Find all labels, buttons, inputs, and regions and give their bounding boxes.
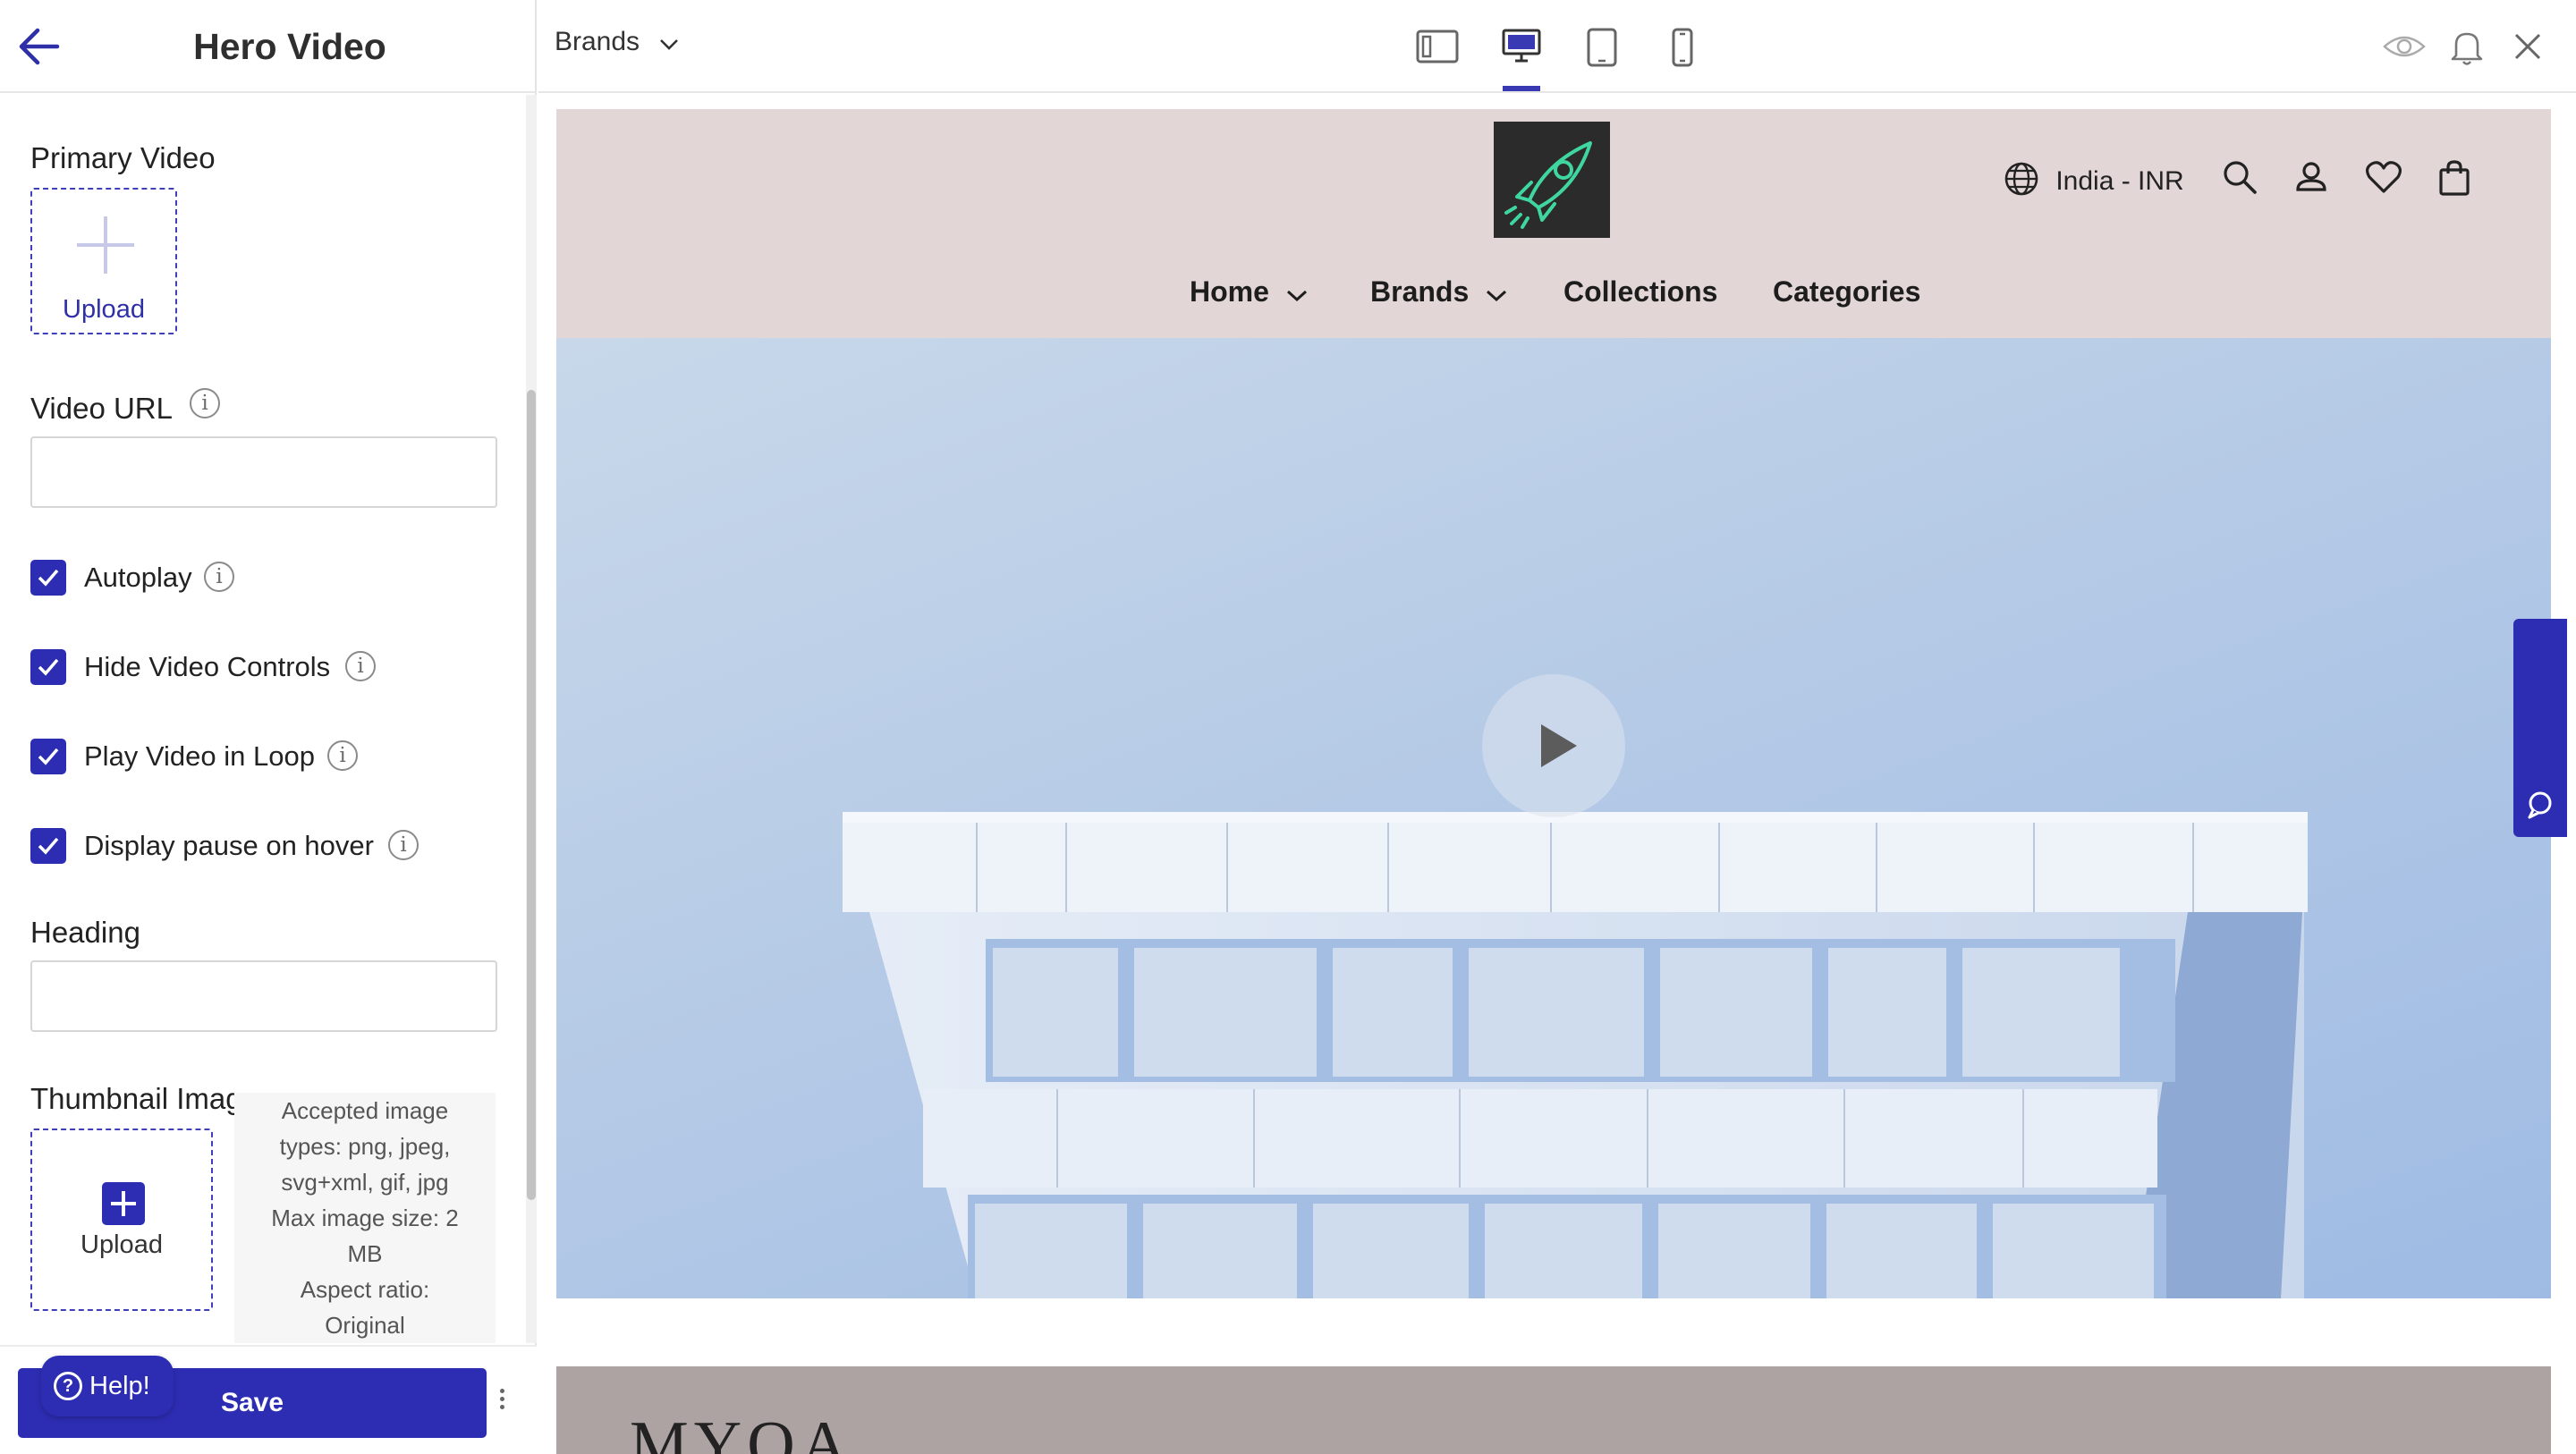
thumbnail-upload-button[interactable]: Upload: [30, 1129, 213, 1311]
account-icon[interactable]: [2293, 159, 2329, 199]
pause-on-hover-label: Display pause on hover: [84, 830, 374, 861]
nav-brands[interactable]: Brands: [1370, 275, 1507, 310]
play-in-loop-checkbox[interactable]: [30, 739, 66, 774]
active-device-indicator: [1503, 86, 1540, 91]
globe-icon: [2004, 161, 2039, 204]
chevron-down-icon: [1486, 277, 1507, 310]
nav-home-label: Home: [1190, 275, 1269, 308]
chevron-down-icon: [659, 28, 679, 58]
hide-video-controls-checkbox[interactable]: [30, 649, 66, 685]
nav-home[interactable]: Home: [1190, 275, 1308, 310]
chat-bubble-icon: [2526, 790, 2555, 824]
mobile-icon[interactable]: [1660, 27, 1707, 68]
tablet-icon[interactable]: [1580, 27, 1626, 68]
site-preview: India - INR Home Brands Collections Cate…: [556, 109, 2551, 1454]
sidebar-layout-icon[interactable]: [1415, 27, 1462, 68]
info-icon[interactable]: i: [345, 651, 376, 681]
requirements-line: Original: [325, 1312, 405, 1339]
editor-toolbar: [538, 0, 2576, 93]
requirements-line: svg+xml, gif, jpg: [281, 1169, 449, 1196]
desktop-icon[interactable]: [1499, 27, 1546, 68]
feedback-label: Feedback: [2553, 501, 2576, 617]
info-icon[interactable]: i: [204, 562, 234, 592]
thumbnail-image-label: Thumbnail Image: [30, 1082, 258, 1115]
wishlist-icon[interactable]: [2365, 159, 2402, 199]
video-url-label: Video URL: [30, 392, 173, 425]
upload-label: Upload: [63, 295, 145, 324]
chevron-down-icon: [1286, 277, 1308, 310]
help-button[interactable]: ? Help!: [41, 1356, 174, 1416]
primary-video-upload-button[interactable]: Upload: [30, 188, 177, 334]
thumbnail-requirements: Accepted image types: png, jpeg, svg+xml…: [234, 1093, 496, 1343]
section-divider: [556, 1298, 2551, 1366]
info-icon[interactable]: i: [190, 388, 220, 418]
page-select-dropdown[interactable]: Brands: [555, 27, 679, 66]
requirements-line: MB: [347, 1240, 383, 1267]
help-question-icon: ?: [54, 1372, 82, 1400]
nav-brands-label: Brands: [1370, 275, 1470, 308]
heading-label: Heading: [30, 916, 140, 949]
close-icon[interactable]: [2513, 32, 2542, 65]
plus-icon: [102, 1182, 145, 1225]
page-select-value: Brands: [555, 27, 640, 56]
panel-title: Hero Video: [193, 26, 386, 67]
site-header: India - INR Home Brands Collections Cate…: [556, 109, 2551, 338]
requirements-line: Accepted image: [281, 1097, 449, 1124]
play-in-loop-label: Play Video in Loop: [84, 740, 315, 772]
pause-on-hover-checkbox[interactable]: [30, 828, 66, 864]
nav-categories[interactable]: Categories: [1773, 275, 1920, 309]
hero-video[interactable]: [556, 338, 2551, 1298]
hide-video-controls-label: Hide Video Controls: [84, 651, 331, 682]
region-selector[interactable]: India - INR: [2004, 161, 2184, 204]
plus-icon: [77, 216, 134, 274]
building-image: [843, 812, 2308, 1298]
heading-input[interactable]: [30, 960, 497, 1032]
nav-collections-label: Collections: [1563, 275, 1718, 308]
sidebar-scrollbar-thumb[interactable]: [527, 390, 536, 1200]
cart-icon[interactable]: [2438, 159, 2470, 201]
feedback-tab[interactable]: Feedback: [2513, 501, 2576, 837]
nav-collections[interactable]: Collections: [1563, 275, 1717, 309]
requirements-line: Max image size: 2: [271, 1205, 459, 1231]
autoplay-checkbox-row: Autoplay: [30, 560, 299, 596]
search-icon[interactable]: [2222, 159, 2258, 199]
info-icon[interactable]: i: [327, 740, 358, 771]
autoplay-checkbox[interactable]: [30, 560, 66, 596]
more-options-icon[interactable]: [494, 1386, 510, 1422]
requirements-line: Aspect ratio:: [300, 1276, 430, 1303]
primary-video-label: Primary Video: [30, 141, 216, 174]
settings-form: Primary Video Upload Video URL i Autopla…: [0, 95, 528, 1343]
editor-sidebar: Hero Video Primary Video Upload Video UR…: [0, 0, 537, 1454]
nav-categories-label: Categories: [1773, 275, 1921, 308]
pause-hover-checkbox-row: Display pause on hover: [30, 828, 424, 864]
requirements-line: types: png, jpeg,: [279, 1133, 451, 1160]
hide-controls-checkbox-row: Hide Video Controls: [30, 649, 388, 685]
help-label: Help!: [89, 1372, 150, 1400]
eye-icon[interactable]: [2383, 29, 2426, 69]
rocket-logo[interactable]: [1494, 122, 1610, 238]
section-heading: MYOA: [630, 1408, 854, 1454]
info-icon[interactable]: i: [388, 830, 419, 860]
sidebar-header: Hero Video: [0, 0, 537, 93]
autoplay-label: Autoplay: [84, 562, 192, 593]
bell-icon[interactable]: [2449, 29, 2485, 71]
thumbnail-upload-label: Upload: [80, 1230, 163, 1259]
play-icon[interactable]: [1482, 674, 1625, 817]
region-label: India - INR: [2055, 165, 2184, 196]
next-section: [556, 1366, 2551, 1454]
video-url-input[interactable]: [30, 436, 497, 508]
